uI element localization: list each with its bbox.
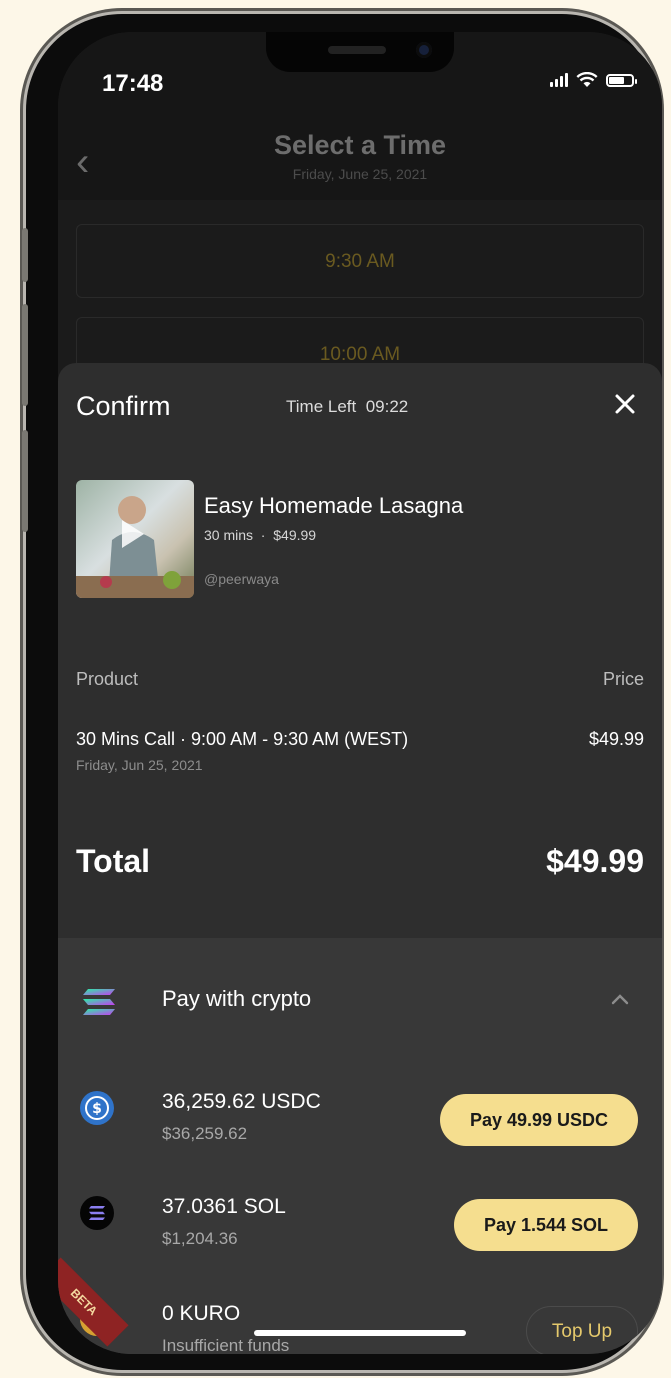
solana-icon [83,989,115,1015]
home-indicator[interactable] [254,1330,466,1336]
time-left-label: Time Left [286,397,357,416]
confirm-sheet: Confirm Time Left 09:22 Easy Homemade La… [58,363,662,1354]
product-price: $49.99 [273,527,317,543]
top-up-button[interactable]: Top Up [526,1306,638,1354]
usdc-icon: $ [80,1091,114,1125]
product-meta: 30 mins · $49.99 [204,527,316,543]
page-subtitle: Friday, June 25, 2021 [292,166,428,182]
product-duration: 30 mins [204,527,254,543]
svg-text:$: $ [92,1101,102,1117]
line-item-price: $49.99 [588,729,644,749]
volume-up-button [22,304,28,406]
product-header: Product [76,669,139,689]
page-title: Select a Time [273,130,447,160]
chevron-up-icon[interactable] [610,992,630,1006]
usdc-amount: 36,259.62 USDC [162,1090,321,1113]
close-icon[interactable] [610,389,640,419]
speaker [328,46,386,54]
camera [416,42,432,58]
pay-usdc-button[interactable]: Pay 49.99 USDC [440,1094,638,1146]
battery-icon [606,73,637,87]
total-label: Total [76,843,151,879]
time-slot[interactable]: 9:30 AM [76,224,644,298]
time-left-value: 09:22 [365,397,409,416]
line-item-date: Friday, Jun 25, 2021 [76,757,203,773]
total-value: $49.99 [546,843,644,879]
pay-with-crypto-row[interactable]: Pay with crypto [58,938,662,1062]
time-left: Time Left 09:22 [286,397,408,417]
wifi-icon [576,72,598,87]
screen: 17:48 ‹ Select a Time Friday, June 25, 2… [58,32,662,1354]
sheet-title: Confirm [76,391,171,421]
status-time: 17:48 [102,70,164,97]
status-icons [550,72,637,88]
pay-with-crypto-label: Pay with crypto [162,986,312,1011]
price-header: Price [602,669,644,689]
volume-down-button [22,430,28,532]
notch [266,32,454,72]
solana-coin-icon [80,1196,114,1230]
product-handle[interactable]: @peerwaya [204,571,279,587]
play-icon [122,520,144,548]
sol-amount: 37.0361 SOL [162,1195,286,1218]
product-title: Easy Homemade Lasagna [204,493,464,518]
dot-separator: · [256,527,274,543]
sol-usd-value: $1,204.36 [162,1229,238,1248]
pay-sol-button[interactable]: Pay 1.544 SOL [454,1199,638,1251]
signal-icon [550,73,568,87]
mute-switch [22,228,28,282]
usdc-usd-value: $36,259.62 [162,1124,248,1143]
kuro-status: Insufficient funds [162,1336,290,1354]
kuro-amount: 0 KURO [162,1302,241,1325]
line-item: 30 Mins Call · 9:00 AM - 9:30 AM (WEST) [76,729,409,749]
payment-section: Pay with crypto $ 36,259.62 USDC $36,259… [58,938,662,1354]
product-thumbnail[interactable] [76,480,194,598]
